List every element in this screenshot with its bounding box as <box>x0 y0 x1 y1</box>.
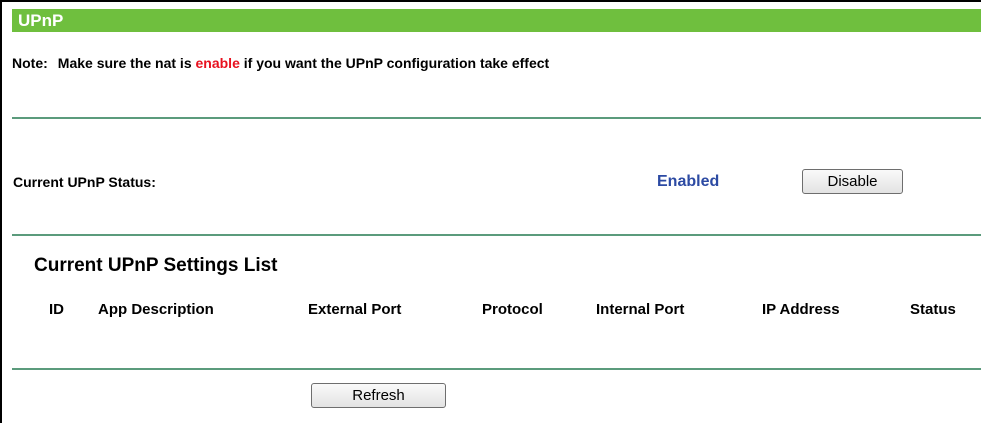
settings-list-title: Current UPnP Settings List <box>34 255 278 276</box>
page-title: UPnP <box>12 9 981 32</box>
divider <box>12 117 981 119</box>
note-highlight: enable <box>195 55 240 71</box>
refresh-button[interactable]: Refresh <box>311 383 446 408</box>
upnp-status-value: Enabled <box>657 173 720 190</box>
column-header-ip-address: IP Address <box>762 301 840 318</box>
upnp-status-label: Current UPnP Status: <box>13 174 156 190</box>
column-header-id: ID <box>49 301 64 318</box>
column-header-external-port: External Port <box>308 301 402 318</box>
column-header-internal-port: Internal Port <box>596 301 685 318</box>
note-text-before: Make sure the nat is <box>57 55 196 71</box>
divider <box>12 368 981 370</box>
column-header-app-description: App Description <box>98 301 214 318</box>
divider <box>12 234 981 236</box>
frame-left-border <box>0 0 2 423</box>
disable-button[interactable]: Disable <box>802 169 903 194</box>
column-header-status: Status <box>910 301 956 318</box>
column-header-protocol: Protocol <box>482 301 543 318</box>
note-text-after: if you want the UPnP configuration take … <box>239 55 550 71</box>
note-text: Note: Make sure the nat is enable if you … <box>12 55 549 71</box>
note-label: Note: <box>12 55 48 71</box>
frame-top-border <box>0 0 981 2</box>
